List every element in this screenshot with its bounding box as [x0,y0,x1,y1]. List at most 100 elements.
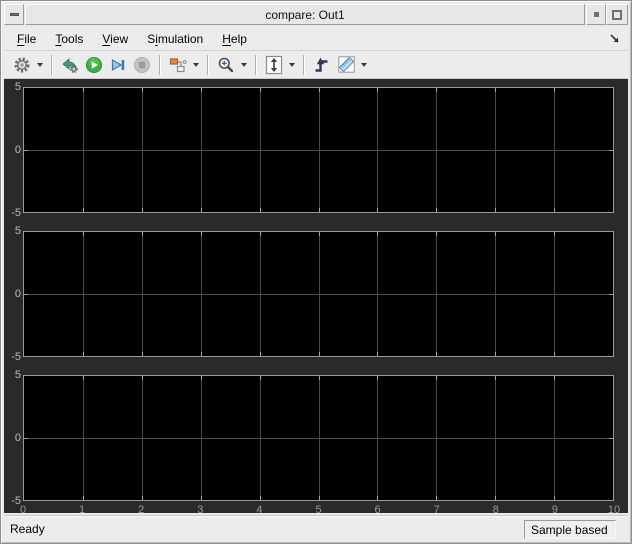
window-menu-icon [9,13,19,16]
tick-mark [609,150,613,151]
tick-mark [495,208,497,212]
window-menu-button[interactable] [4,4,24,25]
tick-mark [200,496,202,500]
tick-mark [436,376,438,380]
signal-selector-button[interactable] [166,53,190,77]
tick-mark [141,232,143,236]
tick-mark [377,352,379,356]
gridline [24,438,613,439]
menu-file[interactable]: File [11,29,42,49]
y-tick-label: 5 [14,369,21,381]
fit-to-view-icon [265,55,283,74]
y-tick-label: 0 [14,288,21,300]
tick-mark [377,376,379,380]
y-tick-label: -5 [11,207,21,219]
tick-mark [82,232,84,236]
tick-mark [495,496,497,500]
y-tick-label: 5 [14,81,21,93]
tick-mark [318,376,320,380]
tick-mark [436,352,438,356]
tick-mark [200,88,202,92]
tick-mark [200,232,202,236]
tick-mark [141,88,143,92]
x-tick-label: 1 [79,504,86,513]
tick-mark [141,208,143,212]
highlight-simulink-block-icon [62,57,78,73]
menubar: File Tools View Simulation Help [4,27,628,51]
tick-mark [495,376,497,380]
step-forward-button[interactable] [106,53,130,77]
zoom-dropdown[interactable] [238,53,250,77]
scope-axes-1[interactable] [23,87,614,213]
menu-view[interactable]: View [96,29,134,49]
highlight-simulink-block-button[interactable] [58,53,82,77]
signal-selector-icon [169,57,187,72]
fit-to-view-dropdown[interactable] [286,53,298,77]
run-icon [86,56,102,73]
scope-window: compare: Out1 File Tools View Simulation Hel… [0,0,632,544]
maximize-button[interactable] [606,4,628,25]
cursor-measurements-button[interactable] [334,53,358,77]
tick-mark [436,496,438,500]
minimize-icon [593,12,599,17]
tick-mark [141,376,143,380]
menu-simulation[interactable]: Simulation [141,29,209,49]
tick-mark [609,294,613,295]
cursor-measurements-dropdown[interactable] [358,53,370,77]
signal-selector-dropdown[interactable] [190,53,202,77]
fit-to-view-button[interactable] [262,53,286,77]
tick-mark [318,352,320,356]
maximize-icon [612,9,622,20]
tick-mark [495,352,497,356]
parameters-button[interactable] [10,53,34,77]
x-tick-label: 5 [315,504,322,513]
stop-button[interactable] [130,53,154,77]
gridline [24,150,613,151]
tick-mark [259,352,261,356]
tick-mark [259,496,261,500]
dock-arrow-icon[interactable] [606,30,624,48]
parameters-dropdown[interactable] [34,53,46,77]
menu-help[interactable]: Help [216,29,253,49]
triggers-button[interactable] [310,53,334,77]
chevron-down-icon [361,62,367,67]
x-tick-label: 10 [607,504,621,513]
x-tick-label: 4 [256,504,263,513]
gear-icon [14,57,30,72]
toolbar-separator [159,54,161,75]
tick-mark [82,208,84,212]
tick-mark [436,88,438,92]
titlebar: compare: Out1 [4,4,628,25]
minimize-button[interactable] [586,4,606,25]
y-tick-label: 0 [14,144,21,156]
toolbar-separator [207,54,209,75]
run-button[interactable] [82,53,106,77]
toolbar [4,51,628,79]
scope-axes-2[interactable] [23,231,614,357]
tick-mark [554,232,556,236]
tick-mark [200,208,202,212]
y-tick-label: -5 [11,351,21,363]
tick-mark [200,352,202,356]
scope-axes-3[interactable] [23,375,614,501]
tick-mark [259,232,261,236]
tick-mark [377,208,379,212]
menu-tools[interactable]: Tools [49,29,89,49]
tick-mark [82,496,84,500]
tick-mark [609,438,613,439]
trigger-icon [315,57,328,72]
tick-mark [141,496,143,500]
tick-mark [554,88,556,92]
x-tick-label: 2 [138,504,145,513]
tick-mark [318,208,320,212]
y-tick-label: 5 [14,225,21,237]
tick-mark [24,438,28,439]
sample-mode-indicator: Sample based [524,520,616,539]
status-text: Ready [10,522,45,536]
zoom-button[interactable] [214,53,238,77]
scope-display: 5 0 -5 5 0 -5 5 0 -5 0 1 2 3 4 5 6 7 8 9 10 [4,79,628,513]
x-tick-label: 8 [492,504,499,513]
y-tick-label: 0 [14,432,21,444]
x-tick-label: 6 [374,504,381,513]
tick-mark [24,294,28,295]
